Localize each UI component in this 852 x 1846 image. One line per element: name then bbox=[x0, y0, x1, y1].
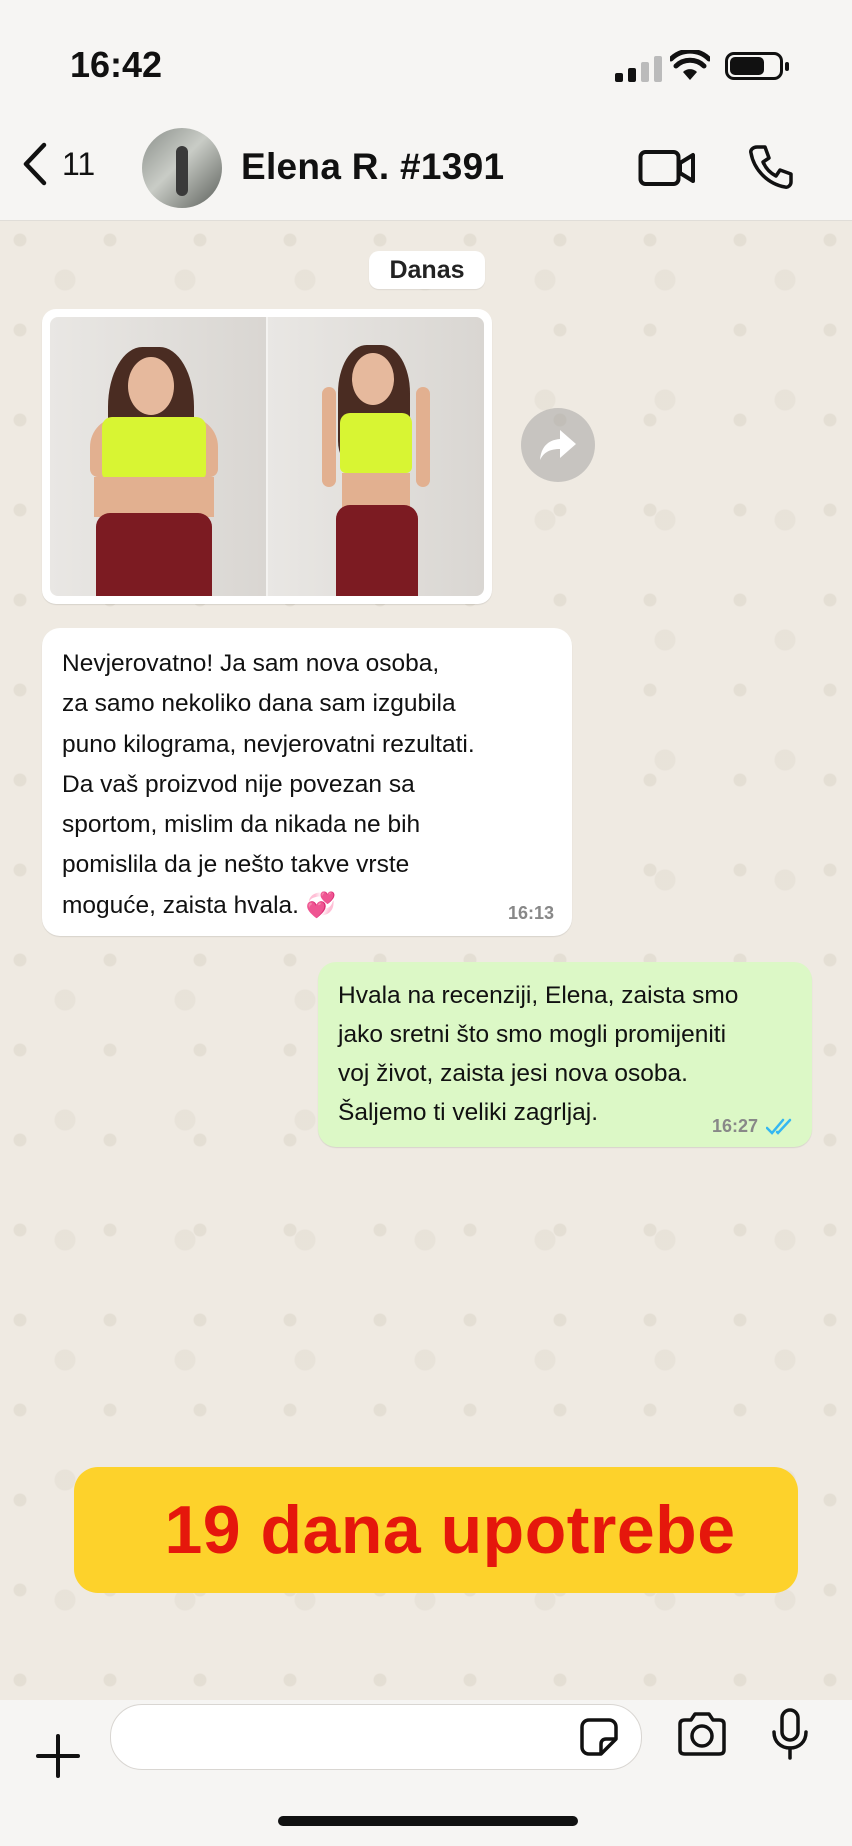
incoming-message[interactable]: Nevjerovatno! Ja sam nova osoba, za samo… bbox=[42, 628, 572, 936]
promo-banner: 19 dana upotrebe bbox=[74, 1467, 798, 1593]
contact-name[interactable]: Elena R. #1391 bbox=[241, 146, 504, 188]
before-photo-panel bbox=[50, 317, 266, 596]
plus-icon[interactable] bbox=[36, 1734, 80, 1778]
status-time: 16:42 bbox=[70, 44, 163, 85]
double-check-icon bbox=[766, 1118, 792, 1135]
video-call-icon[interactable] bbox=[638, 148, 696, 188]
outgoing-message-text: Hvala na recenziji, Elena, zaista smo ja… bbox=[338, 982, 739, 1126]
outgoing-message[interactable]: Hvala na recenziji, Elena, zaista smo ja… bbox=[318, 962, 812, 1147]
forward-icon bbox=[540, 430, 576, 460]
camera-icon[interactable] bbox=[676, 1712, 728, 1756]
forward-button[interactable] bbox=[521, 408, 595, 482]
outgoing-message-meta: 16:27 bbox=[712, 1116, 796, 1137]
back-button[interactable]: 11 bbox=[22, 142, 95, 186]
status-bar: 16:42 bbox=[0, 0, 852, 120]
message-input[interactable] bbox=[131, 1705, 575, 1771]
after-photo-panel bbox=[266, 317, 484, 596]
promo-banner-text: 19 dana upotrebe bbox=[164, 1492, 736, 1568]
home-indicator[interactable] bbox=[278, 1816, 578, 1826]
date-separator: Danas bbox=[369, 251, 485, 289]
contact-avatar[interactable] bbox=[142, 128, 222, 208]
chat-header: 11 Elena R. #1391 bbox=[0, 120, 852, 221]
unread-count: 11 bbox=[62, 145, 96, 182]
microphone-icon[interactable] bbox=[770, 1708, 810, 1760]
outgoing-message-time: 16:27 bbox=[711, 1116, 758, 1136]
message-input-wrapper bbox=[110, 1704, 642, 1771]
back-chevron-icon bbox=[23, 142, 47, 186]
wifi-icon bbox=[670, 50, 710, 80]
phone-icon[interactable] bbox=[748, 144, 794, 190]
sticker-icon[interactable] bbox=[579, 1717, 619, 1757]
incoming-message-time: 16:13 bbox=[507, 903, 554, 923]
image-message[interactable] bbox=[42, 309, 492, 604]
incoming-message-text: Nevjerovatno! Ja sam nova osoba, za samo… bbox=[62, 650, 475, 919]
battery-icon bbox=[725, 52, 789, 80]
cellular-signal-icon bbox=[615, 56, 662, 82]
before-after-photo[interactable] bbox=[50, 317, 484, 596]
